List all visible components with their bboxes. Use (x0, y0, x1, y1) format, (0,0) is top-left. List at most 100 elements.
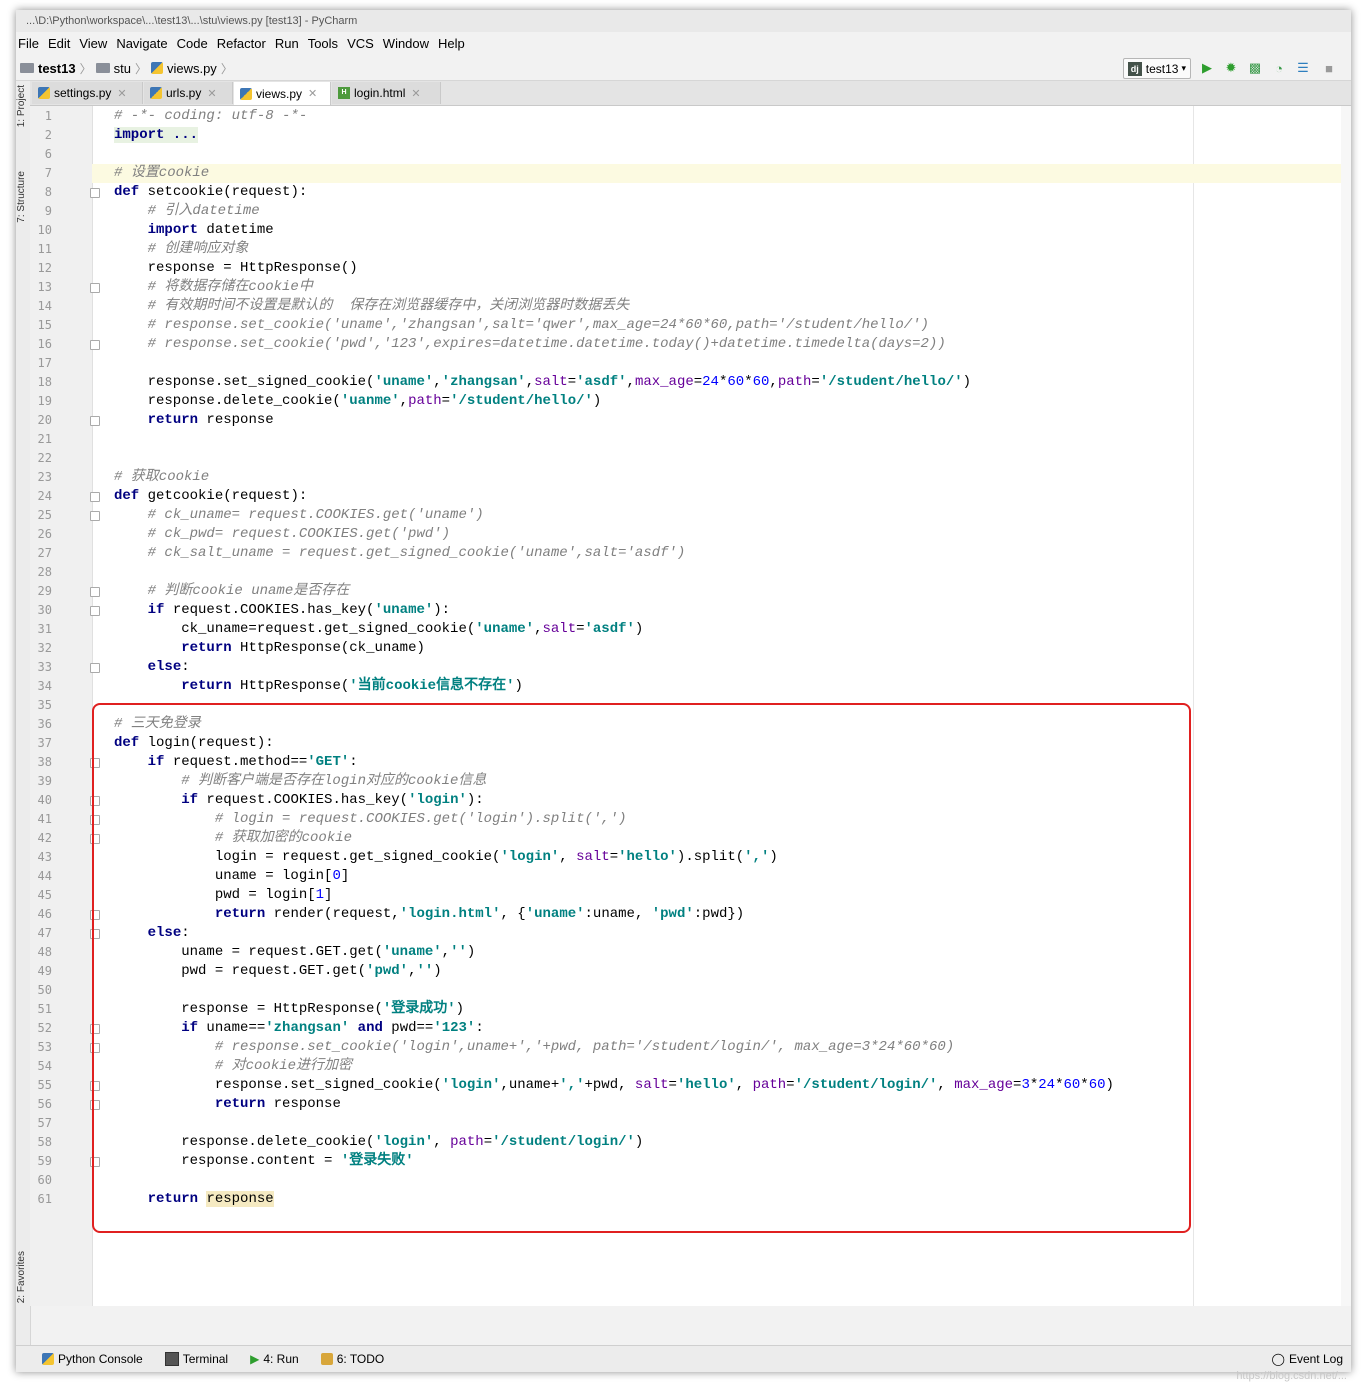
error-stripe[interactable] (1341, 106, 1351, 1306)
code-line[interactable]: def setcookie(request): (114, 183, 307, 202)
code-line[interactable]: # response.set_cookie('uname','zhangsan'… (114, 316, 929, 335)
structure-tool-button[interactable]: 7: Structure (16, 171, 27, 223)
menu-tools[interactable]: Tools (308, 36, 338, 51)
code-line[interactable]: # 创建响应对象 (114, 240, 249, 259)
close-icon[interactable]: ✕ (411, 87, 420, 100)
python-file-icon (240, 87, 252, 100)
python-console-button[interactable]: Python Console (42, 1352, 143, 1366)
menu-code[interactable]: Code (177, 36, 208, 51)
event-log-icon: ◯ (1271, 1352, 1285, 1366)
python-console-label: Python Console (58, 1352, 143, 1366)
line-number: 18 (37, 375, 52, 389)
line-number: 16 (37, 337, 52, 351)
code-line[interactable]: # 有效期时间不设置是默认的 保存在浏览器缓存中，关闭浏览器时数据丢失 (114, 297, 630, 316)
menu-navigate[interactable]: Navigate (116, 36, 167, 51)
python-file-icon (38, 87, 50, 99)
code-line[interactable]: return HttpResponse('当前cookie信息不存在') (114, 677, 523, 696)
line-number: 19 (37, 394, 52, 408)
line-number: 20 (37, 413, 52, 427)
code-line[interactable]: # response.set_cookie('pwd','123',expire… (114, 335, 946, 354)
fold-marker-icon[interactable] (90, 416, 100, 426)
line-number: 46 (37, 907, 52, 921)
code-line[interactable]: # 判断cookie uname是否存在 (114, 582, 350, 601)
tab-login-html[interactable]: H login.html ✕ (332, 82, 441, 104)
fold-marker-icon[interactable] (90, 492, 100, 502)
todo-icon (320, 1353, 333, 1365)
python-console-icon (42, 1353, 54, 1365)
menu-window[interactable]: Window (383, 36, 429, 51)
breadcrumb-folder[interactable]: stu (114, 61, 131, 76)
coverage-button[interactable]: ▩ (1247, 60, 1263, 76)
menu-edit[interactable]: Edit (48, 36, 70, 51)
code-line[interactable]: else: (114, 658, 190, 677)
code-line[interactable]: response = HttpResponse() (114, 259, 358, 278)
code-line[interactable]: # ck_uname= request.COOKIES.get('uname') (114, 506, 484, 525)
menu-view[interactable]: View (79, 36, 107, 51)
run-tool-button[interactable]: ▶ 4: Run (250, 1352, 299, 1366)
code-line[interactable]: import ... (114, 126, 199, 145)
fold-marker-icon[interactable] (90, 283, 100, 293)
line-number: 60 (37, 1173, 52, 1187)
line-number: 2 (44, 128, 52, 142)
code-line[interactable]: import datetime (114, 221, 274, 240)
tab-urls-py[interactable]: urls.py ✕ (144, 82, 233, 104)
run-tool-label: 4: Run (263, 1352, 299, 1366)
todo-label: 6: TODO (336, 1352, 385, 1366)
line-number: 29 (37, 584, 52, 598)
code-line[interactable]: # -*- coding: utf-8 -*- (114, 107, 307, 126)
fold-marker-icon[interactable] (90, 606, 100, 616)
fold-marker-icon[interactable] (90, 188, 100, 198)
terminal-button[interactable]: Terminal (164, 1352, 228, 1366)
code-line[interactable]: if request.COOKIES.has_key('uname'): (114, 601, 450, 620)
project-tool-button[interactable]: 1: Project (16, 85, 27, 127)
code-line[interactable]: # ck_salt_uname = request.get_signed_coo… (114, 544, 686, 563)
close-icon[interactable]: ✕ (308, 87, 317, 100)
breadcrumb-file[interactable]: views.py (167, 61, 217, 76)
code-line[interactable]: # 将数据存储在cookie中 (114, 278, 313, 297)
menu-file[interactable]: File (18, 36, 39, 51)
tab-settings-py[interactable]: settings.py ✕ (32, 82, 143, 104)
concurrency-button[interactable]: ☰ (1295, 60, 1311, 76)
profile-button[interactable]: ◔ (1271, 60, 1287, 76)
line-number: 30 (37, 603, 52, 617)
breadcrumb-project[interactable]: test13 (38, 61, 76, 76)
menu-help[interactable]: Help (438, 36, 465, 51)
stop-button[interactable]: ■ (1321, 60, 1337, 76)
close-icon[interactable]: ✕ (207, 87, 216, 100)
run-configuration-select[interactable]: dj test13 ▾ (1122, 58, 1191, 79)
tab-views-py[interactable]: views.py ✕ (234, 82, 331, 105)
debug-button[interactable]: ✹ (1223, 60, 1239, 76)
favorites-tool-button[interactable]: 2: Favorites (16, 1251, 27, 1303)
code-line[interactable]: return HttpResponse(ck_uname) (114, 639, 425, 658)
todo-button[interactable]: 6: TODO (320, 1352, 385, 1366)
html-file-icon: H (338, 87, 350, 99)
run-button[interactable]: ▶ (1199, 60, 1215, 76)
navigation-bar: test13 〉 stu 〉 views.py 〉 dj test13 ▾ ▶ … (16, 56, 1351, 81)
line-number: 23 (37, 470, 52, 484)
line-number: 32 (37, 641, 52, 655)
close-icon[interactable]: ✕ (117, 87, 126, 100)
line-number: 11 (37, 242, 52, 256)
menu-run[interactable]: Run (275, 36, 299, 51)
code-line[interactable]: response.delete_cookie('uanme',path='/st… (114, 392, 602, 411)
editor-tabs: settings.py ✕ urls.py ✕ views.py ✕ H log… (30, 81, 1351, 106)
watermark: https://blog.csdn.net/... (1236, 1370, 1347, 1382)
breadcrumb-separator: 〉 (134, 61, 147, 76)
code-line[interactable]: # ck_pwd= request.COOKIES.get('pwd') (114, 525, 450, 544)
code-line[interactable]: return response (114, 411, 274, 430)
code-line[interactable]: # 设置cookie (114, 164, 209, 183)
code-line[interactable]: # 引入datetime (114, 202, 260, 221)
right-margin-guide (1193, 106, 1194, 1306)
menu-refactor[interactable]: Refactor (217, 36, 266, 51)
fold-marker-icon[interactable] (90, 511, 100, 521)
tab-label: urls.py (166, 86, 202, 100)
fold-marker-icon[interactable] (90, 663, 100, 673)
code-line[interactable]: ck_uname=request.get_signed_cookie('unam… (114, 620, 643, 639)
menu-vcs[interactable]: VCS (347, 36, 374, 51)
fold-marker-icon[interactable] (90, 587, 100, 597)
code-line[interactable]: response.set_signed_cookie('uname','zhan… (114, 373, 971, 392)
code-line[interactable]: # 获取cookie (114, 468, 209, 487)
fold-marker-icon[interactable] (90, 340, 100, 350)
event-log-button[interactable]: ◯ Event Log (1272, 1352, 1343, 1366)
code-line[interactable]: def getcookie(request): (114, 487, 307, 506)
